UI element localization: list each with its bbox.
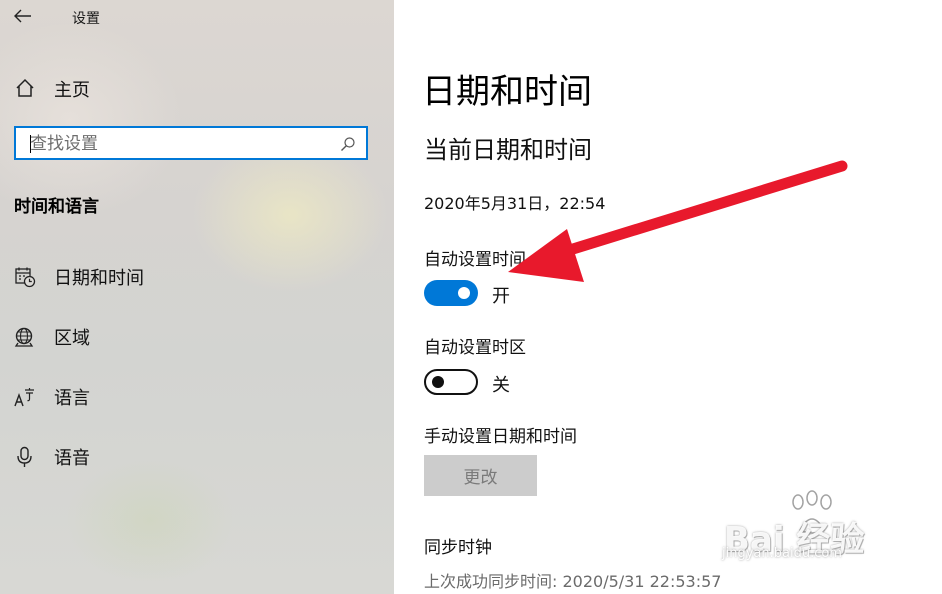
- toggle-knob: [458, 287, 470, 299]
- sidebar-item-label: 区域: [54, 328, 90, 349]
- sidebar-item-language[interactable]: 语言: [0, 376, 394, 416]
- auto-time-state: 开: [492, 286, 510, 307]
- current-datetime: 2020年5月31日，22:54: [424, 194, 606, 213]
- sidebar: 设置 主页 时间和语言 日期和时间 区域: [0, 0, 394, 594]
- back-button[interactable]: [8, 4, 38, 28]
- change-button[interactable]: 更改: [424, 455, 537, 496]
- auto-time-label: 自动设置时间: [424, 250, 526, 270]
- section-title: 时间和语言: [14, 197, 99, 217]
- search-icon[interactable]: [340, 136, 356, 152]
- auto-timezone-toggle[interactable]: [424, 369, 478, 395]
- baidu-watermark: Bai 经验 jingyan.baidu.com: [720, 490, 920, 570]
- auto-timezone-state: 关: [492, 375, 510, 396]
- app-title: 设置: [72, 11, 100, 27]
- home-icon: [16, 78, 34, 97]
- microphone-icon: [17, 446, 32, 467]
- auto-timezone-label: 自动设置时区: [424, 338, 526, 358]
- sync-clock-label: 同步时钟: [424, 538, 492, 558]
- search-input[interactable]: [28, 132, 332, 156]
- sidebar-item-label: 语言: [54, 388, 90, 409]
- sidebar-item-home[interactable]: 主页: [0, 68, 394, 106]
- auto-time-toggle[interactable]: [424, 280, 478, 306]
- title-bar: 设置: [0, 0, 394, 34]
- search-box[interactable]: [14, 126, 368, 160]
- language-icon: [14, 388, 34, 407]
- sidebar-item-speech[interactable]: 语音: [0, 436, 394, 476]
- toggle-knob: [432, 376, 444, 388]
- sidebar-item-date-time[interactable]: 日期和时间: [0, 256, 394, 296]
- sidebar-item-label: 主页: [54, 80, 90, 101]
- back-arrow-icon: [14, 9, 31, 23]
- calendar-clock-icon: [15, 267, 36, 288]
- watermark-site: jingyan.baidu.com: [722, 546, 842, 561]
- section-heading: 当前日期和时间: [424, 136, 592, 164]
- manual-datetime-label: 手动设置日期和时间: [424, 427, 577, 447]
- globe-icon: [14, 327, 34, 347]
- sidebar-item-region[interactable]: 区域: [0, 316, 394, 356]
- last-sync-text: 上次成功同步时间: 2020/5/31 22:53:57: [424, 572, 722, 591]
- page-title: 日期和时间: [422, 72, 592, 112]
- sidebar-item-label: 日期和时间: [54, 268, 144, 289]
- sidebar-item-label: 语音: [54, 448, 90, 469]
